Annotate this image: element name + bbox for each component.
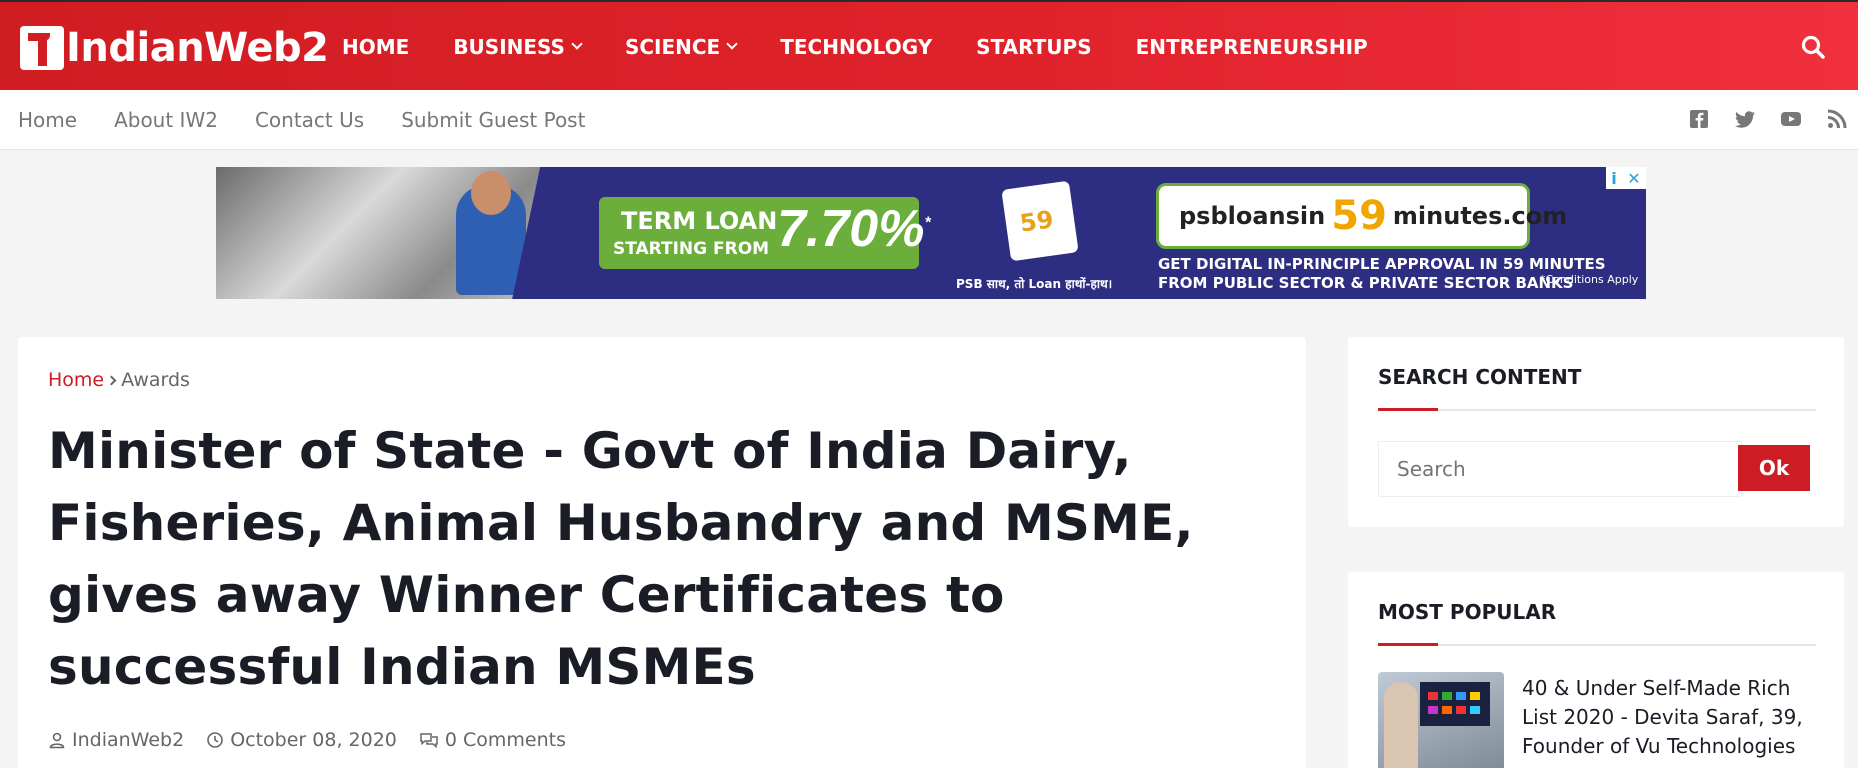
nav-item-business[interactable]: BUSINESS (453, 35, 583, 59)
adchoices[interactable]: i ✕ (1606, 167, 1646, 189)
comments-icon (420, 733, 438, 749)
article-author[interactable]: IndianWeb2 (48, 729, 184, 751)
youtube-icon[interactable] (1780, 108, 1802, 130)
clock-icon (207, 732, 223, 748)
comments-count: 0 Comments (444, 729, 566, 751)
main-nav: HOME BUSINESS SCIENCE TECHNOLOGY STARTUP… (342, 2, 1412, 92)
search-icon[interactable] (1800, 34, 1826, 60)
user-icon (49, 732, 65, 749)
ad-banner[interactable]: TERM LOAN STARTING FROM 7.70%* 59 PSB सा… (216, 167, 1646, 299)
widget-divider (1378, 408, 1816, 411)
ad-url-suffix: minutes.com (1392, 202, 1568, 230)
logo-mark (20, 26, 64, 70)
nav-item-technology[interactable]: TECHNOLOGY (780, 35, 932, 59)
ad-photo (216, 167, 605, 299)
logo-text: IndianWeb2 (66, 25, 329, 71)
nav-label: SCIENCE (624, 35, 721, 59)
nav-item-startups[interactable]: STARTUPS (976, 35, 1091, 59)
nav-item-home[interactable]: HOME (342, 35, 409, 59)
nav-item-science[interactable]: SCIENCE (624, 35, 738, 59)
secondary-nav: Home About IW2 Contact Us Submit Guest P… (18, 90, 622, 150)
breadcrumb: Home Awards (48, 369, 190, 391)
social-links (1664, 108, 1848, 130)
chevron-right-icon (106, 375, 117, 385)
close-icon[interactable]: ✕ (1627, 169, 1640, 188)
ad-rate: 7.70%* (777, 200, 931, 258)
ad-url: psbloansin 59 minutes.com (1156, 183, 1567, 249)
ad-url-prefix: psbloansin (1179, 202, 1326, 230)
widget-divider (1378, 643, 1816, 646)
chevron-down-icon (726, 38, 738, 50)
breadcrumb-home[interactable]: Home (48, 369, 104, 391)
article-title: Minister of State - Govt of India Dairy,… (48, 422, 1194, 696)
nav-label: BUSINESS (453, 35, 565, 59)
psb-badge-number: 59 (1018, 205, 1056, 238)
popular-item-title[interactable]: 40 & Under Self-Made Rich List 2020 - De… (1522, 674, 1822, 761)
ad-term-loan: TERM LOAN STARTING FROM 7.70%* (599, 197, 931, 269)
ad-url-number: 59 (1331, 193, 1387, 239)
search-widget-title: SEARCH CONTENT (1378, 365, 1582, 389)
main-header: IndianWeb2 HOME BUSINESS SCIENCE TECHNOL… (0, 0, 1858, 90)
subnav-about[interactable]: About IW2 (114, 108, 218, 132)
article-date: October 08, 2020 (206, 729, 397, 751)
psb-logo: 59 (1001, 180, 1079, 262)
rss-icon[interactable] (1826, 108, 1848, 130)
ad-conditions: *Conditions Apply (1540, 273, 1639, 286)
popular-item-thumbnail[interactable] (1378, 672, 1504, 768)
nav-label: ENTREPRENEURSHIP (1135, 35, 1368, 59)
twitter-icon[interactable] (1734, 108, 1756, 130)
ad-term-line1: TERM LOAN (621, 207, 778, 235)
subnav-guest-post[interactable]: Submit Guest Post (401, 108, 585, 132)
subnav-contact[interactable]: Contact Us (255, 108, 364, 132)
popular-widget-title: MOST POPULAR (1378, 600, 1557, 624)
nav-label: STARTUPS (976, 35, 1092, 59)
author-name: IndianWeb2 (72, 729, 185, 751)
facebook-icon[interactable] (1688, 108, 1710, 130)
nav-label: TECHNOLOGY (780, 35, 933, 59)
article-meta: IndianWeb2 October 08, 2020 0 Comments (48, 729, 588, 751)
chevron-down-icon (571, 38, 583, 50)
most-popular-widget: MOST POPULAR 40 & Under Self-Made Rich L… (1348, 572, 1844, 768)
secondary-header: Home About IW2 Contact Us Submit Guest P… (0, 90, 1858, 150)
search-ok-button[interactable]: Ok (1738, 445, 1810, 491)
article-comments[interactable]: 0 Comments (419, 729, 566, 751)
date-text: October 08, 2020 (230, 729, 397, 751)
nav-label: HOME (342, 35, 410, 59)
subnav-home[interactable]: Home (18, 108, 77, 132)
ad-line-1: GET DIGITAL IN-PRINCIPLE APPROVAL IN 59 … (1158, 255, 1606, 273)
ad-term-line2: STARTING FROM (613, 239, 770, 259)
search-widget: SEARCH CONTENT Ok (1348, 337, 1844, 527)
nav-item-entrepreneurship[interactable]: ENTREPRENEURSHIP (1136, 35, 1368, 59)
info-icon[interactable]: i (1611, 169, 1616, 188)
ad-psb-tagline: PSB साथ, तो Loan हाथों-हाथ। (956, 277, 1113, 291)
article-card: Home Awards Minister of State - Govt of … (18, 337, 1306, 768)
ad-line-2: FROM PUBLIC SECTOR & PRIVATE SECTOR BANK… (1158, 274, 1574, 292)
site-logo[interactable]: IndianWeb2 (20, 24, 329, 72)
breadcrumb-current[interactable]: Awards (121, 369, 190, 391)
search-input[interactable] (1378, 441, 1742, 497)
